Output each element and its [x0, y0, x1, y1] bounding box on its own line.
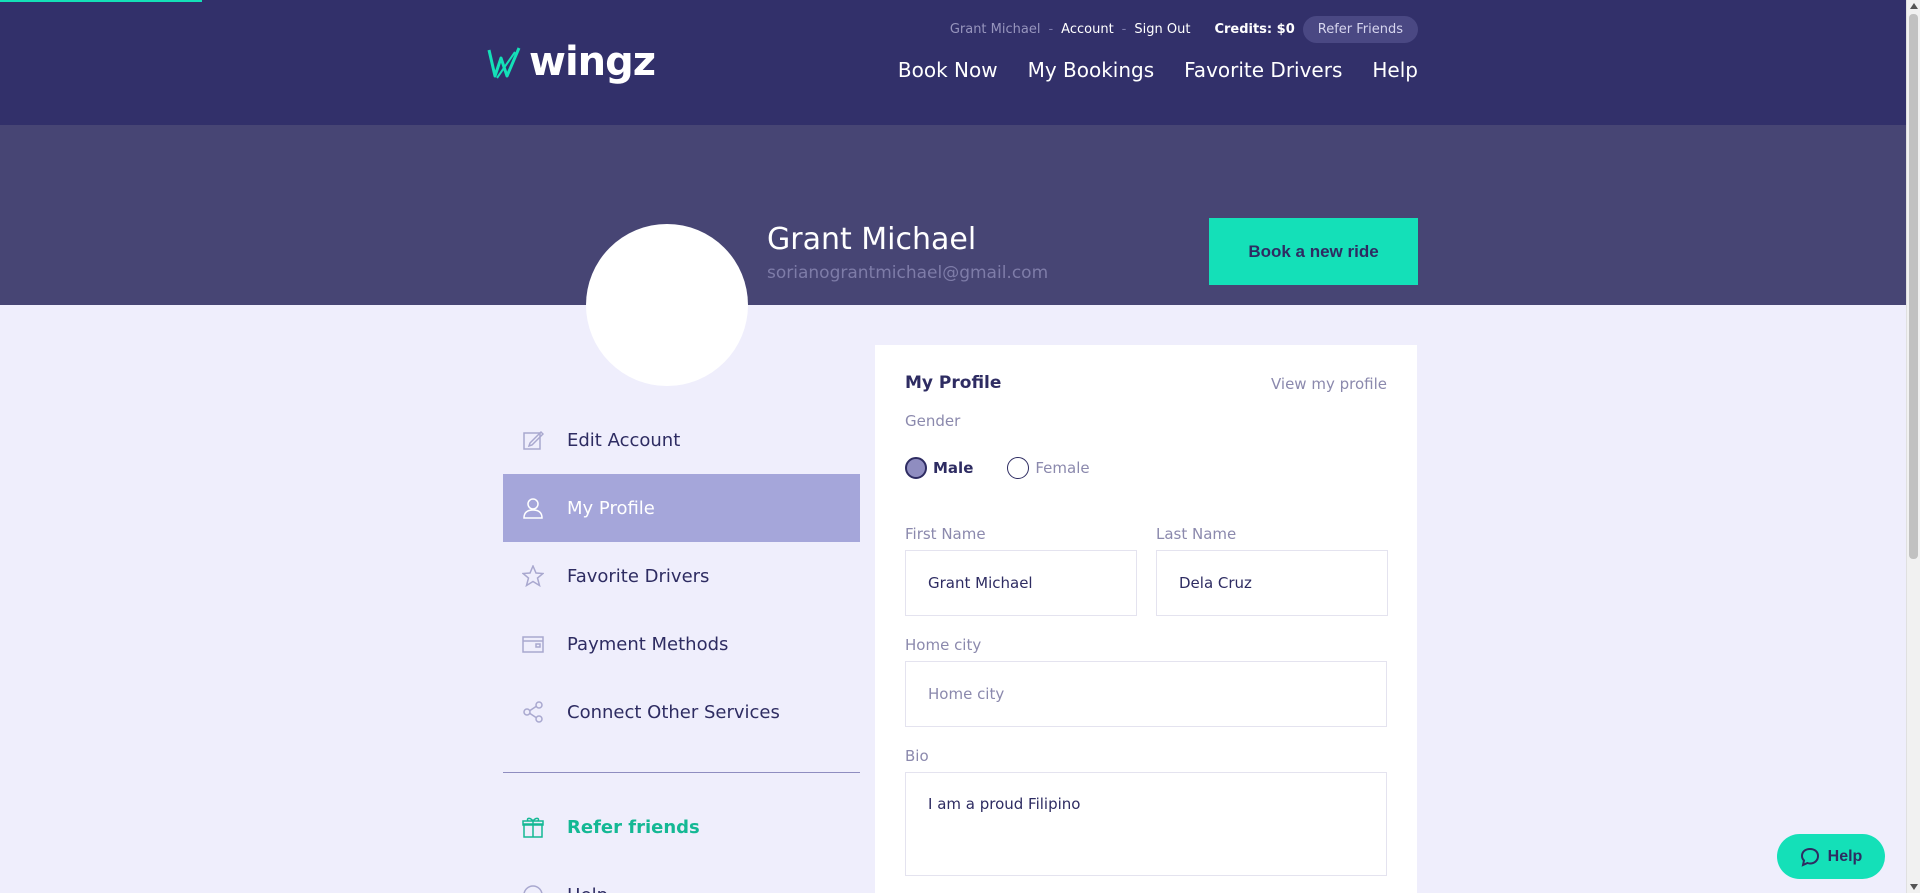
avatar[interactable]: [586, 224, 748, 386]
user-icon: [521, 496, 545, 520]
sidebar-item-refer-friends[interactable]: Refer friends: [503, 793, 860, 861]
sidebar-item-label: Payment Methods: [567, 633, 729, 655]
edit-icon: [521, 428, 545, 452]
wingz-logo-icon: [487, 47, 521, 79]
gender-female-radio[interactable]: Female: [1007, 457, 1090, 479]
help-icon: [521, 883, 545, 893]
scrollbar-thumb[interactable]: [1909, 14, 1918, 559]
sidebar-item-help[interactable]: Help: [503, 861, 860, 893]
profile-email: sorianograntmichael@gmail.com: [767, 263, 1049, 283]
topbar-separator: -: [1048, 22, 1054, 37]
last-name-input[interactable]: [1156, 550, 1388, 616]
first-name-label: First Name: [905, 525, 986, 543]
scroll-down-arrow-icon[interactable]: [1910, 884, 1918, 890]
sidebar-item-label: Connect Other Services: [567, 701, 780, 723]
share-icon: [521, 700, 545, 724]
sidebar-item-label: Refer friends: [567, 816, 700, 838]
star-icon: [521, 564, 545, 588]
bio-textarea[interactable]: I am a proud Filipino: [905, 772, 1387, 876]
sidebar-item-connect-services[interactable]: Connect Other Services: [503, 678, 860, 746]
sidebar-item-label: Edit Account: [567, 429, 681, 451]
main-nav: Book Now My Bookings Favorite Drivers He…: [898, 58, 1418, 82]
sidebar-item-label: Help: [567, 885, 608, 893]
help-chat-label: Help: [1827, 847, 1863, 865]
sidebar-item-label: My Profile: [567, 497, 655, 519]
chat-bubble-icon: [1800, 847, 1819, 867]
nav-book-now[interactable]: Book Now: [898, 58, 998, 82]
gift-icon: [521, 815, 545, 839]
radio-selected-indicator: [905, 457, 927, 479]
profile-card: My Profile View my profile Gender Male F…: [875, 345, 1417, 893]
page-load-progress: [0, 0, 202, 2]
topbar-user-name: Grant Michael: [949, 22, 1041, 37]
site-header: wingz Grant Michael - Account - Sign Out…: [0, 0, 1906, 125]
account-sidebar: Edit Account My Profile Favorite Drivers…: [503, 406, 860, 893]
page-scrollbar[interactable]: [1906, 0, 1920, 893]
gender-female-label: Female: [1035, 459, 1090, 477]
sign-out-link[interactable]: Sign Out: [1134, 22, 1190, 37]
scroll-up-arrow-icon[interactable]: [1910, 3, 1918, 9]
sidebar-divider: [503, 772, 860, 773]
wallet-icon: [521, 632, 545, 656]
home-city-label: Home city: [905, 636, 982, 654]
sidebar-item-label: Favorite Drivers: [567, 565, 710, 587]
gender-male-radio[interactable]: Male: [905, 457, 973, 479]
credits-balance: Credits: $0: [1214, 22, 1295, 37]
home-city-input[interactable]: [905, 661, 1387, 727]
sidebar-item-my-profile[interactable]: My Profile: [503, 474, 860, 542]
nav-favorite-drivers[interactable]: Favorite Drivers: [1184, 58, 1342, 82]
nav-my-bookings[interactable]: My Bookings: [1028, 58, 1155, 82]
gender-male-label: Male: [933, 459, 974, 477]
refer-friends-button[interactable]: Refer Friends: [1302, 16, 1418, 43]
account-link[interactable]: Account: [1061, 22, 1114, 37]
gender-radio-group: Male Female: [905, 457, 1090, 479]
nav-help[interactable]: Help: [1372, 58, 1418, 82]
view-my-profile-link[interactable]: View my profile: [1271, 375, 1387, 393]
topbar-separator: -: [1121, 22, 1127, 37]
help-chat-button[interactable]: Help: [1777, 834, 1885, 879]
sidebar-item-payment-methods[interactable]: Payment Methods: [503, 610, 860, 678]
logo-wordmark: wingz: [529, 39, 656, 85]
gender-label: Gender: [905, 412, 961, 430]
book-new-ride-button[interactable]: Book a new ride: [1209, 218, 1418, 285]
profile-name: Grant Michael: [767, 222, 977, 257]
first-name-input[interactable]: [905, 550, 1137, 616]
last-name-label: Last Name: [1156, 525, 1237, 543]
sidebar-item-edit-account[interactable]: Edit Account: [503, 406, 860, 474]
user-topbar: Grant Michael - Account - Sign Out Credi…: [950, 16, 1418, 43]
bio-label: Bio: [905, 747, 929, 765]
radio-unselected-indicator: [1007, 457, 1030, 479]
card-title: My Profile: [905, 373, 1002, 393]
sidebar-item-favorite-drivers[interactable]: Favorite Drivers: [503, 542, 860, 610]
wingz-logo[interactable]: wingz: [487, 39, 656, 85]
